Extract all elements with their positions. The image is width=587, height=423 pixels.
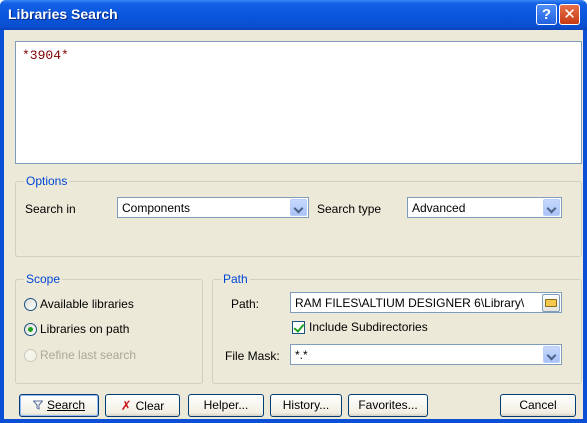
path-input[interactable]: RAM FILES\ALTIUM DESIGNER 6\Library\ — [290, 292, 562, 313]
include-subdirectories-checkbox[interactable] — [292, 321, 305, 334]
radio-label: Refine last search — [40, 348, 137, 362]
title-bar[interactable]: Libraries Search ? ✕ — [0, 0, 587, 30]
chevron-down-icon[interactable] — [290, 199, 307, 216]
close-icon: ✕ — [563, 6, 576, 23]
search-query-editor[interactable]: *3904* — [15, 41, 582, 164]
search-button-label: Search — [46, 398, 86, 412]
clear-button-label: Clear — [135, 399, 165, 413]
search-type-value: Advanced — [412, 201, 466, 215]
radio-label[interactable]: Libraries on path — [40, 322, 129, 336]
file-mask-dropdown[interactable]: *.* — [290, 344, 562, 365]
browse-folder-button[interactable] — [542, 294, 560, 312]
eraser-x-icon: ✗ — [120, 398, 132, 413]
cancel-button[interactable]: Cancel — [500, 394, 576, 417]
libraries-search-dialog: Libraries Search ? ✕ *3904* Options Sear… — [0, 0, 587, 423]
search-type-dropdown[interactable]: Advanced — [407, 197, 562, 218]
favorites-button[interactable]: Favorites... — [348, 394, 428, 417]
radio-button[interactable] — [24, 323, 37, 336]
close-button[interactable]: ✕ — [559, 4, 580, 25]
path-group-label: Path — [221, 272, 250, 286]
radio-label[interactable]: Available libraries — [40, 297, 134, 311]
help-button[interactable]: ? — [536, 4, 557, 25]
cancel-button-label: Cancel — [519, 398, 557, 412]
helper-button-label: Helper... — [203, 398, 249, 412]
chevron-down-icon[interactable] — [543, 199, 560, 216]
chevron-down-icon[interactable] — [543, 346, 560, 363]
options-group: Options — [15, 174, 582, 257]
path-value: RAM FILES\ALTIUM DESIGNER 6\Library\ — [295, 296, 525, 310]
search-type-label: Search type — [317, 202, 382, 216]
search-in-label: Search in — [25, 202, 76, 216]
folder-icon — [545, 299, 557, 307]
radio-button — [24, 349, 37, 362]
radio-button[interactable] — [24, 298, 37, 311]
scope-group-label: Scope — [24, 272, 63, 286]
path-label: Path: — [231, 297, 260, 311]
search-in-dropdown[interactable]: Components — [117, 197, 309, 218]
clear-button[interactable]: ✗ Clear — [105, 394, 180, 417]
funnel-icon — [32, 400, 43, 410]
history-button[interactable]: History... — [270, 394, 342, 417]
file-mask-label: File Mask: — [225, 349, 280, 363]
search-button[interactable]: Search — [19, 394, 99, 417]
window-title: Libraries Search — [8, 6, 118, 22]
history-button-label: History... — [282, 398, 330, 412]
favorites-button-label: Favorites... — [358, 398, 418, 412]
options-group-label: Options — [24, 174, 70, 188]
helper-button[interactable]: Helper... — [188, 394, 264, 417]
include-subdirectories-label[interactable]: Include Subdirectories — [309, 320, 428, 334]
help-icon: ? — [541, 6, 552, 23]
search-in-value: Components — [122, 201, 191, 215]
search-query-text: *3904* — [22, 48, 69, 63]
file-mask-value: *.* — [295, 348, 308, 362]
